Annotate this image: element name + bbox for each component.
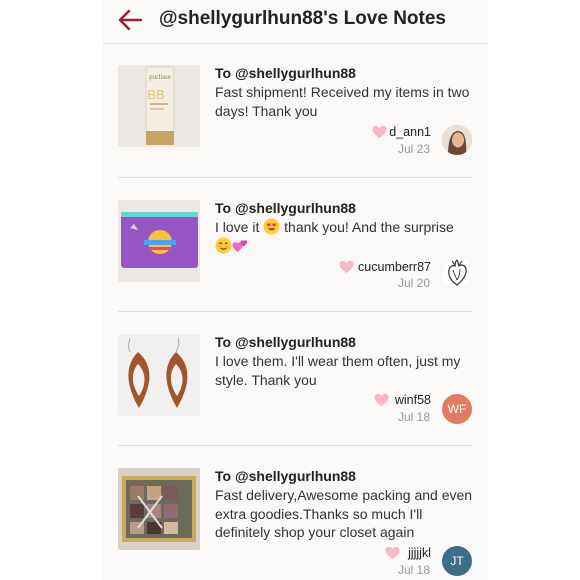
header: @shellygurlhun88's Love Notes: [103, 0, 488, 44]
note-date: Jul 20: [397, 276, 430, 290]
divider: [118, 445, 473, 446]
note-recipient: To @shellygurlhun88: [215, 334, 356, 350]
note-message: I love them. I'll wear them often, just …: [215, 353, 461, 388]
two-hearts-emoji-icon: [232, 239, 248, 252]
blush-emoji-icon: [215, 236, 232, 254]
divider: [118, 311, 473, 312]
love-note: To @shellygurlhun88 Fast delivery,Awesom…: [103, 468, 488, 580]
heart-icon: [339, 260, 354, 274]
username[interactable]: jjjjjkl: [408, 546, 431, 560]
heart-icon: [372, 125, 387, 139]
note-message: Fast shipment! Received my items in two …: [215, 84, 470, 119]
wooden-earrings-icon[interactable]: [118, 334, 200, 416]
love-note: To @shellygurlhun88 I love them. I'll we…: [103, 334, 488, 468]
note-message: I love it thank you! And the surprise: [215, 218, 477, 255]
love-notes-screen: @shellygurlhun88's Love Notes purlisse B…: [103, 0, 488, 580]
note-message-text: thank you! And the surprise: [280, 219, 454, 235]
eyeshadow-palette-icon[interactable]: [118, 468, 200, 550]
note-date: Jul 18: [397, 563, 430, 577]
note-message: Fast delivery,Awesome packing and even e…: [215, 487, 473, 540]
avatar-initials[interactable]: WF: [442, 394, 472, 424]
anatomical-heart-icon[interactable]: [442, 258, 472, 288]
page-title: @shellygurlhun88's Love Notes: [159, 8, 447, 29]
heart-icon: [374, 393, 389, 407]
divider: [118, 177, 473, 178]
note-message-text: I love it: [215, 219, 264, 235]
note-date: Jul 18: [397, 410, 430, 424]
svg-text:purlisse: purlisse: [149, 73, 171, 81]
love-note: purlisse BB To @shellygurlhun88 Fast shi…: [103, 65, 488, 199]
note-recipient: To @shellygurlhun88: [215, 200, 356, 216]
heart-eyes-emoji-icon: [263, 218, 280, 235]
username[interactable]: winf58: [395, 393, 431, 407]
back-arrow-icon[interactable]: [117, 8, 143, 32]
note-recipient: To @shellygurlhun88: [215, 468, 356, 484]
bb-cream-tube-icon[interactable]: purlisse BB: [118, 65, 200, 147]
username[interactable]: d_ann1: [389, 125, 431, 139]
heart-icon: [385, 546, 400, 560]
purple-pouch-icon[interactable]: [118, 200, 200, 282]
username[interactable]: cucumberr87: [358, 260, 431, 274]
svg-text:BB: BB: [147, 87, 164, 102]
user-photo-icon[interactable]: [442, 125, 472, 155]
note-recipient: To @shellygurlhun88: [215, 65, 356, 81]
love-note: To @shellygurlhun88 I love it thank you!…: [103, 200, 488, 334]
note-date: Jul 23: [397, 142, 430, 156]
avatar-initials[interactable]: JT: [442, 546, 472, 576]
